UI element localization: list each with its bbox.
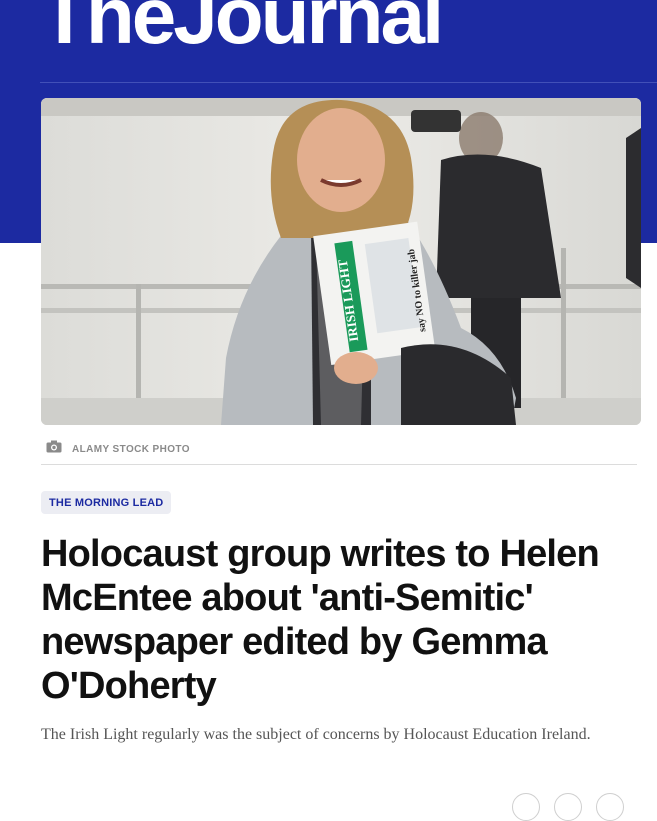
site-logo[interactable]: TheJournal	[40, 0, 444, 56]
credit-divider	[41, 464, 637, 465]
hero-image: IRISH LIGHT say NO to killer jab	[41, 98, 641, 425]
camera-icon	[46, 440, 62, 458]
photo-credit-label: ALAMY STOCK PHOTO	[72, 443, 190, 455]
photo-credit: ALAMY STOCK PHOTO	[46, 440, 190, 458]
share-icon[interactable]	[512, 793, 540, 821]
article-standfirst: The Irish Light regularly was the subjec…	[41, 726, 591, 743]
article-headline: Holocaust group writes to Helen McEntee …	[41, 533, 600, 707]
section-tag[interactable]: THE MORNING LEAD	[41, 491, 172, 514]
share-icon[interactable]	[596, 793, 624, 821]
share-icon[interactable]	[554, 793, 582, 821]
masthead-divider	[40, 82, 657, 83]
share-buttons	[512, 793, 624, 821]
